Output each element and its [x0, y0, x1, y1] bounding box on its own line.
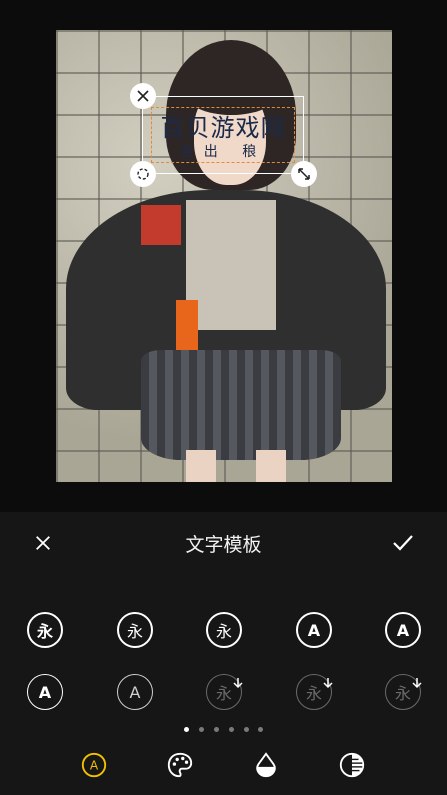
style-outline-yong-bold[interactable]: 永: [27, 612, 63, 648]
text-sticker-frame[interactable]: 百贝游戏网 合出 稂: [142, 96, 304, 174]
resize-sticker-icon[interactable]: [291, 161, 317, 187]
gradient-circle-icon[interactable]: [337, 750, 367, 780]
shirt-shape: [186, 200, 276, 330]
panel-header: 文字模板: [0, 512, 447, 572]
style-download-yong-1[interactable]: 永: [206, 674, 243, 710]
text-template-panel: 文字模板: [0, 512, 447, 795]
preview-area: 百贝游戏网 合出 稂: [0, 0, 447, 512]
style-glyph: A: [307, 620, 321, 640]
svg-text:A: A: [90, 759, 99, 773]
style-thin-a[interactable]: A: [117, 674, 153, 710]
download-arrow-icon: [233, 678, 243, 689]
edit-sticker-icon[interactable]: [130, 161, 156, 187]
patch-shape: [141, 205, 181, 245]
style-thin-a-bold[interactable]: A: [27, 674, 63, 710]
page-indicator: [0, 727, 447, 733]
style-glyph: 永: [126, 622, 143, 641]
opacity-drop-icon[interactable]: [251, 750, 281, 780]
page-dot[interactable]: [229, 727, 234, 732]
text-sticker-inner[interactable]: 百贝游戏网 合出 稂: [151, 107, 295, 163]
font-style-icon[interactable]: A: [79, 750, 109, 780]
confirm-check-icon[interactable]: [390, 530, 416, 556]
style-outline-yong[interactable]: 永: [117, 612, 153, 648]
download-arrow-icon: [412, 678, 422, 689]
page-dot[interactable]: [258, 727, 263, 732]
page-dot[interactable]: [244, 727, 249, 732]
style-glyph: 永: [215, 684, 232, 703]
panel-title: 文字模板: [185, 534, 262, 556]
style-download-yong-3[interactable]: 永: [385, 674, 422, 710]
style-glyph: 永: [36, 622, 53, 641]
style-glyph: A: [38, 682, 52, 702]
style-outline-a-bold[interactable]: A: [296, 612, 332, 648]
leg-left-shape: [186, 450, 216, 482]
download-arrow-icon: [323, 678, 333, 689]
style-glyph: 永: [305, 684, 322, 703]
style-outline-a-heavy[interactable]: A: [385, 612, 421, 648]
skirt-shape: [141, 350, 341, 460]
watermark-main-text: 百贝游戏网: [160, 114, 286, 142]
style-download-yong-2[interactable]: 永: [296, 674, 333, 710]
style-glyph: A: [129, 682, 141, 702]
style-outline-yong-thin[interactable]: 永: [206, 612, 242, 648]
style-glyph: 永: [215, 622, 232, 641]
page-dot[interactable]: [199, 727, 204, 732]
watermark-sub-text: 合出 稂: [179, 144, 267, 160]
leg-right-shape: [256, 450, 286, 482]
page-dot[interactable]: [214, 727, 219, 732]
page-dot[interactable]: [184, 727, 189, 732]
delete-sticker-icon[interactable]: [130, 83, 156, 109]
style-glyph: A: [396, 620, 410, 640]
style-glyph: 永: [394, 684, 411, 703]
palette-icon[interactable]: [165, 750, 195, 780]
